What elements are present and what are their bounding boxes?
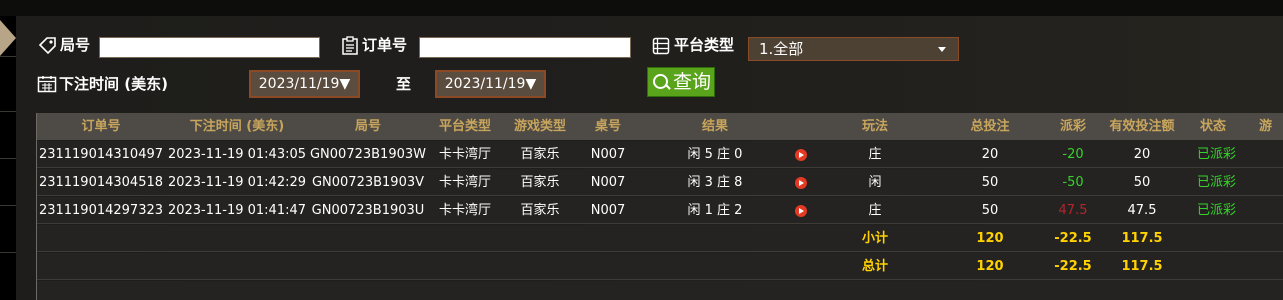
- rail-divider: [0, 158, 16, 159]
- total-payout: -22.5: [1054, 259, 1092, 274]
- table-row: 231119014310497 2023-11-19 01:43:05 GN00…: [37, 141, 1283, 168]
- platform-select[interactable]: 1.全部: [748, 37, 959, 61]
- time-cell: 2023-11-19 01:43:05: [167, 147, 307, 162]
- replay-video-icon[interactable]: [795, 149, 807, 161]
- header-payout: 派彩: [1059, 119, 1086, 134]
- sidebar-collapse-tab[interactable]: [0, 20, 16, 56]
- valid-bet-cell: 50: [1133, 175, 1151, 190]
- round-cell: GN00723B1903W: [309, 147, 426, 162]
- table-row: 231119014297323 2023-11-19 01:41:47 GN00…: [37, 197, 1283, 224]
- game-cell: 百家乐: [520, 203, 560, 218]
- header-time: 下注时间 (美东): [189, 119, 285, 134]
- total-label: 总计: [861, 259, 888, 274]
- table-row: 231119014304518 2023-11-19 01:42:29 GN00…: [37, 169, 1283, 196]
- result-cell: 闲 3 庄 8: [687, 175, 743, 190]
- table-header: 订单号 下注时间 (美东) 局号 平台类型 游戏类型 桌号 结果 玩法 总投注 …: [37, 113, 1283, 140]
- calendar-icon: [37, 76, 57, 93]
- order-label: 订单号: [362, 36, 408, 54]
- platform-label: 平台类型: [674, 36, 735, 54]
- round-cell: GN00723B1903U: [311, 203, 425, 218]
- replay-video-icon[interactable]: [795, 205, 807, 217]
- result-cell: 闲 5 庄 0: [687, 147, 743, 162]
- payout-cell: -20: [1062, 147, 1084, 162]
- header-overflow: 游: [1259, 119, 1273, 134]
- bet-cell: 50: [981, 203, 999, 218]
- left-rail: [0, 16, 16, 300]
- play-cell: 庄: [868, 203, 882, 218]
- total-bet: 120: [976, 259, 1004, 274]
- time-cell: 2023-11-19 01:42:29: [167, 175, 307, 190]
- payout-cell: 47.5: [1058, 203, 1088, 218]
- subtotal-valid-bet: 117.5: [1121, 231, 1163, 246]
- play-cell: 闲: [868, 175, 882, 190]
- table-no-cell: N007: [590, 147, 626, 162]
- total-row: 总计 120 -22.5 117.5: [37, 253, 1283, 280]
- bet-cell: 50: [981, 175, 999, 190]
- valid-bet-cell: 20: [1133, 147, 1151, 162]
- bet-time-label: 下注时间 (美东): [59, 75, 168, 93]
- round-input[interactable]: [99, 37, 320, 58]
- list-icon: [652, 37, 670, 55]
- rail-divider: [0, 205, 16, 206]
- header-table-no: 桌号: [594, 119, 621, 134]
- platform-cell: 卡卡湾厅: [438, 175, 491, 190]
- order-input[interactable]: [419, 37, 631, 58]
- order-cell: 231119014304518: [38, 175, 164, 190]
- order-cell: 231119014310497: [38, 147, 164, 162]
- bet-cell: 20: [981, 147, 999, 162]
- top-bar: [0, 0, 1283, 16]
- tag-icon: [38, 37, 56, 54]
- table-no-cell: N007: [590, 175, 626, 190]
- time-cell: 2023-11-19 01:41:47: [167, 203, 307, 218]
- game-cell: 百家乐: [520, 147, 560, 162]
- platform-cell: 卡卡湾厅: [438, 203, 491, 218]
- subtotal-bet: 120: [976, 231, 1004, 246]
- status-badge: 已派彩: [1197, 203, 1237, 218]
- header-play: 玩法: [861, 119, 888, 134]
- header-game: 游戏类型: [513, 119, 566, 134]
- search-button-label: 查询: [673, 71, 712, 93]
- rail-divider: [0, 56, 16, 57]
- table-footer-space: [37, 281, 1283, 300]
- header-replay: [791, 113, 825, 140]
- play-cell: 庄: [868, 147, 882, 162]
- chevron-down-icon: [938, 47, 946, 52]
- total-valid-bet: 117.5: [1121, 259, 1163, 274]
- header-order: 订单号: [81, 119, 121, 134]
- clipboard-icon: [342, 36, 358, 55]
- header-platform: 平台类型: [438, 119, 491, 134]
- platform-cell: 卡卡湾厅: [438, 147, 491, 162]
- date-from-picker[interactable]: 2023/11/19▼: [249, 70, 360, 98]
- header-total-bet: 总投注: [970, 119, 1010, 134]
- status-badge: 已派彩: [1197, 175, 1237, 190]
- subtotal-payout: -22.5: [1054, 231, 1092, 246]
- header-status: 状态: [1199, 119, 1226, 134]
- result-cell: 闲 1 庄 2: [687, 203, 743, 218]
- header-valid-bet: 有效投注额: [1109, 119, 1175, 134]
- table-no-cell: N007: [590, 203, 626, 218]
- platform-selected-value: 1.全部: [759, 40, 804, 58]
- round-cell: GN00723B1903V: [311, 175, 425, 190]
- valid-bet-cell: 47.5: [1127, 203, 1157, 218]
- replay-video-icon[interactable]: [795, 177, 807, 189]
- payout-cell: -50: [1062, 175, 1084, 190]
- subtotal-row: 小计 120 -22.5 117.5: [37, 225, 1283, 252]
- rail-divider: [0, 252, 16, 253]
- date-to-picker[interactable]: 2023/11/19▼: [435, 70, 546, 98]
- header-result: 结果: [701, 119, 728, 134]
- status-badge: 已派彩: [1197, 147, 1237, 162]
- subtotal-label: 小计: [861, 231, 888, 246]
- game-cell: 百家乐: [520, 175, 560, 190]
- search-icon: [653, 74, 668, 89]
- rail-divider: [0, 111, 16, 112]
- search-button[interactable]: 查询: [647, 67, 715, 97]
- to-label: 至: [396, 75, 412, 93]
- header-round: 局号: [354, 119, 381, 134]
- round-label: 局号: [60, 36, 91, 54]
- order-cell: 231119014297323: [38, 203, 164, 218]
